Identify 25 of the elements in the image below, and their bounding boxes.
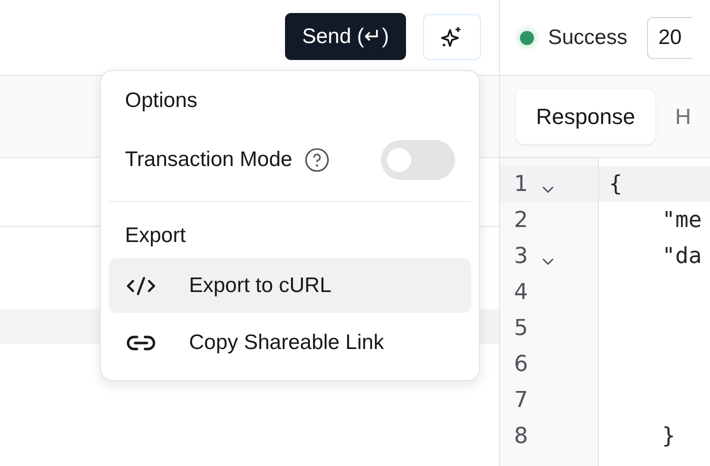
status-code: 20	[647, 16, 692, 58]
code-line: }	[660, 422, 676, 450]
response-tab[interactable]: Response	[516, 89, 656, 144]
line-number: 2	[514, 208, 529, 232]
menu-item[interactable]: Copy Shareable Link	[109, 315, 471, 370]
fold-chevron-icon[interactable]	[542, 186, 554, 194]
line-number: 5	[514, 316, 529, 340]
menu-item[interactable]: Export to cURL	[109, 258, 471, 313]
line-number: 1	[514, 172, 529, 196]
code-line: "da	[660, 242, 703, 270]
send-button[interactable]: Send (↵)	[285, 13, 406, 60]
response-tab[interactable]: H	[675, 89, 691, 144]
menu-section-title: Options	[124, 88, 198, 114]
line-number: 3	[514, 244, 529, 268]
toggle-switch[interactable]	[381, 140, 455, 180]
sparkle-button[interactable]	[423, 14, 481, 60]
fold-chevron-icon[interactable]	[542, 258, 554, 266]
toggle-label: Transaction Mode	[125, 148, 292, 172]
line-number: 7	[514, 388, 529, 412]
menu-section-title: Export	[124, 223, 187, 249]
line-number: 6	[514, 352, 529, 376]
line-number: 8	[514, 424, 529, 448]
line-number: 4	[514, 280, 529, 304]
code-line: "me	[660, 206, 703, 234]
status-text: Success	[548, 26, 628, 50]
